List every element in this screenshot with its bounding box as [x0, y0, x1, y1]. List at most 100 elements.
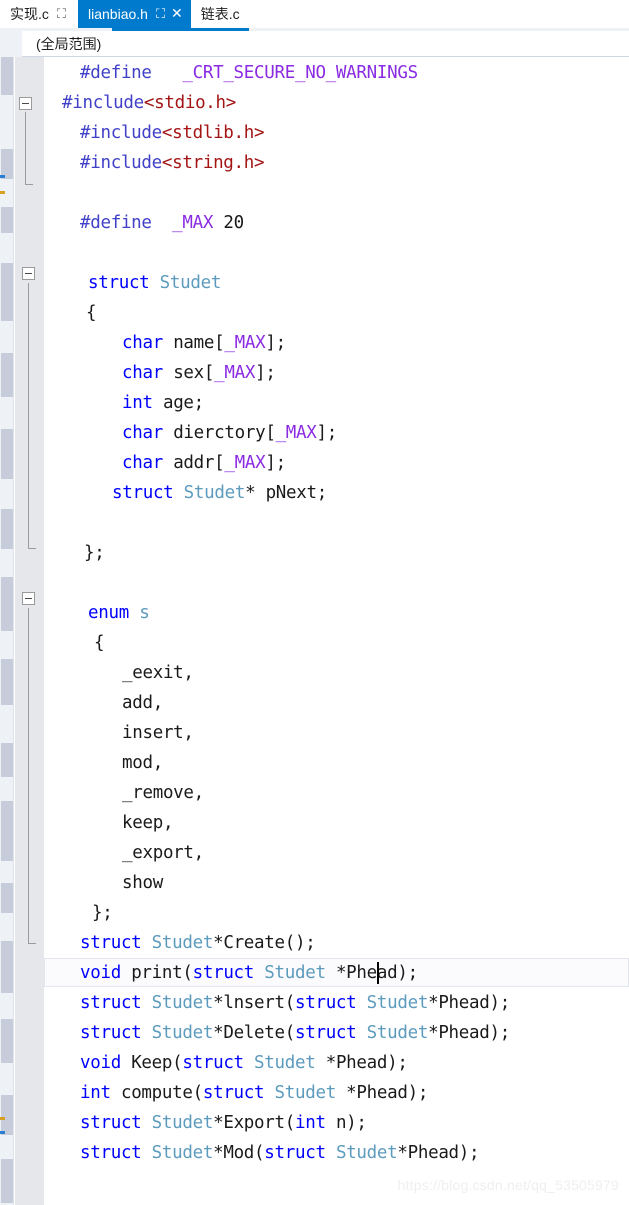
scrollbar-map-segment[interactable] [1, 1019, 13, 1063]
pin-icon[interactable]: ⛶ [57, 0, 66, 28]
code-line[interactable]: _remove, [122, 778, 204, 808]
code-token: #define [80, 213, 152, 233]
tab-shixian-c[interactable]: 实现.c ⛶ [0, 0, 78, 28]
code-line[interactable]: char dierctory[_MAX]; [122, 418, 337, 448]
code-line[interactable]: { [86, 298, 97, 328]
code-token: _MAX [275, 423, 317, 443]
scrollbar-map-segment[interactable] [1, 263, 13, 321]
code-line[interactable]: }; [84, 538, 105, 568]
code-token: ]; [316, 423, 338, 443]
pin-icon[interactable]: ⛶ [156, 0, 165, 28]
scrollbar-map-segment[interactable] [1, 1159, 13, 1203]
code-line[interactable]: _eexit, [122, 658, 194, 688]
scrollbar-map-segment[interactable] [1, 941, 13, 993]
code-token: Studet [366, 1023, 429, 1043]
code-token: Studet [151, 1023, 214, 1043]
code-line[interactable]: void print(struct Studet *Phead); [80, 958, 418, 988]
code-surface[interactable]: #define _CRT_SECURE_NO_WARNINGS #include<… [44, 57, 629, 1205]
code-line[interactable]: add, [122, 688, 163, 718]
code-editor[interactable]: #define _CRT_SECURE_NO_WARNINGS #include<… [0, 57, 629, 1205]
editor-tab-strip: 实现.c ⛶ lianbiao.h ⛶ ✕ 链表.c [0, 0, 629, 28]
tab-lianbiao-c[interactable]: 链表.c [190, 0, 256, 28]
code-token: age; [152, 393, 204, 413]
code-line[interactable]: enum s [88, 598, 150, 628]
code-line[interactable]: _export, [122, 838, 204, 868]
code-token: Studet [335, 1143, 398, 1163]
code-line[interactable]: }; [92, 898, 113, 928]
code-line[interactable]: char name[_MAX]; [122, 328, 286, 358]
code-token: }; [92, 903, 113, 923]
scrollbar-map-segment[interactable] [1, 57, 13, 95]
scrollbar-map-segment[interactable] [1, 659, 13, 705]
code-token: insert, [122, 723, 194, 743]
scrollbar-map-segment[interactable] [1, 577, 13, 631]
code-token: compute( [110, 1083, 203, 1103]
code-token: * pNext; [245, 483, 327, 503]
scrollbar-map-mode[interactable] [0, 57, 14, 1205]
collapse-enum-s[interactable] [22, 592, 35, 605]
code-line[interactable]: char addr[_MAX]; [122, 448, 286, 478]
code-token: [ [214, 333, 225, 353]
tab-lianbiao-h[interactable]: lianbiao.h ⛶ ✕ [78, 0, 191, 28]
scrollbar-map-segment[interactable] [1, 429, 13, 479]
scrollbar-map-segment[interactable] [1, 1095, 13, 1135]
code-line[interactable]: #include<string.h> [80, 148, 265, 178]
code-line[interactable]: #include<stdio.h> [62, 88, 236, 118]
code-line[interactable]: struct Studet [88, 268, 221, 298]
code-token: *Phead); [397, 1143, 480, 1163]
code-line[interactable]: struct Studet*Export(int n); [80, 1108, 367, 1138]
code-token: *Mod( [213, 1143, 265, 1163]
collapse-include-block[interactable] [19, 97, 32, 110]
outline-guide-line [25, 112, 26, 184]
code-line[interactable]: struct Studet*Mod(struct Studet*Phead); [80, 1138, 480, 1168]
code-line[interactable]: struct Studet*Create(); [80, 928, 316, 958]
code-token: add, [122, 693, 163, 713]
code-token: [ [265, 423, 276, 443]
code-token: ]; [265, 333, 286, 353]
code-line[interactable]: mod, [122, 748, 163, 778]
scrollbar-map-segment[interactable] [1, 883, 13, 913]
code-line[interactable]: int compute(struct Studet *Phead); [80, 1078, 428, 1108]
scrollbar-map-segment[interactable] [1, 207, 13, 233]
outline-guide-foot [28, 548, 36, 549]
code-token: _MAX [224, 333, 266, 353]
scrollbar-map-segment[interactable] [1, 743, 13, 777]
collapse-struct-studet[interactable] [22, 267, 35, 280]
scrollbar-map-segment[interactable] [1, 509, 13, 549]
code-line[interactable]: insert, [122, 718, 194, 748]
scrollbar-map-segment[interactable] [1, 801, 13, 861]
scope-dropdown[interactable]: (全局范围) [22, 31, 629, 57]
code-line[interactable]: #define _CRT_SECURE_NO_WARNINGS [80, 58, 418, 88]
code-line[interactable]: struct Studet*lnsert(struct Studet*Phead… [80, 988, 510, 1018]
code-line[interactable]: #include<stdlib.h> [80, 118, 265, 148]
code-token: *Phead); [335, 1083, 429, 1103]
close-icon[interactable]: ✕ [171, 0, 183, 28]
code-token: char [122, 453, 163, 473]
code-line[interactable]: int age; [122, 388, 204, 418]
code-token: Studet [151, 993, 214, 1013]
code-line[interactable]: char sex[_MAX]; [122, 358, 276, 388]
code-token: struct [182, 1053, 244, 1073]
code-token: { [86, 303, 97, 323]
code-line[interactable]: struct Studet* pNext; [112, 478, 327, 508]
code-token: <string.h> [161, 153, 265, 173]
code-token: void [80, 963, 121, 983]
scrollbar-map-segment[interactable] [1, 353, 13, 397]
code-line[interactable]: #define _MAX 20 [80, 208, 244, 238]
code-token: *Phead); [325, 963, 418, 983]
code-token: <stdio.h> [143, 93, 237, 113]
code-token: *Delete( [213, 1023, 295, 1043]
scope-dropdown-value: (全局范围) [36, 35, 102, 52]
code-line[interactable]: void Keep(struct Studet *Phead); [80, 1048, 408, 1078]
code-line[interactable]: keep, [122, 808, 173, 838]
code-line[interactable]: { [94, 628, 105, 658]
code-token: mod, [122, 753, 163, 773]
code-token: *Phead); [428, 993, 510, 1013]
code-line[interactable]: struct Studet*Delete(struct Studet*Phead… [80, 1018, 510, 1048]
code-line[interactable]: show [122, 868, 163, 898]
